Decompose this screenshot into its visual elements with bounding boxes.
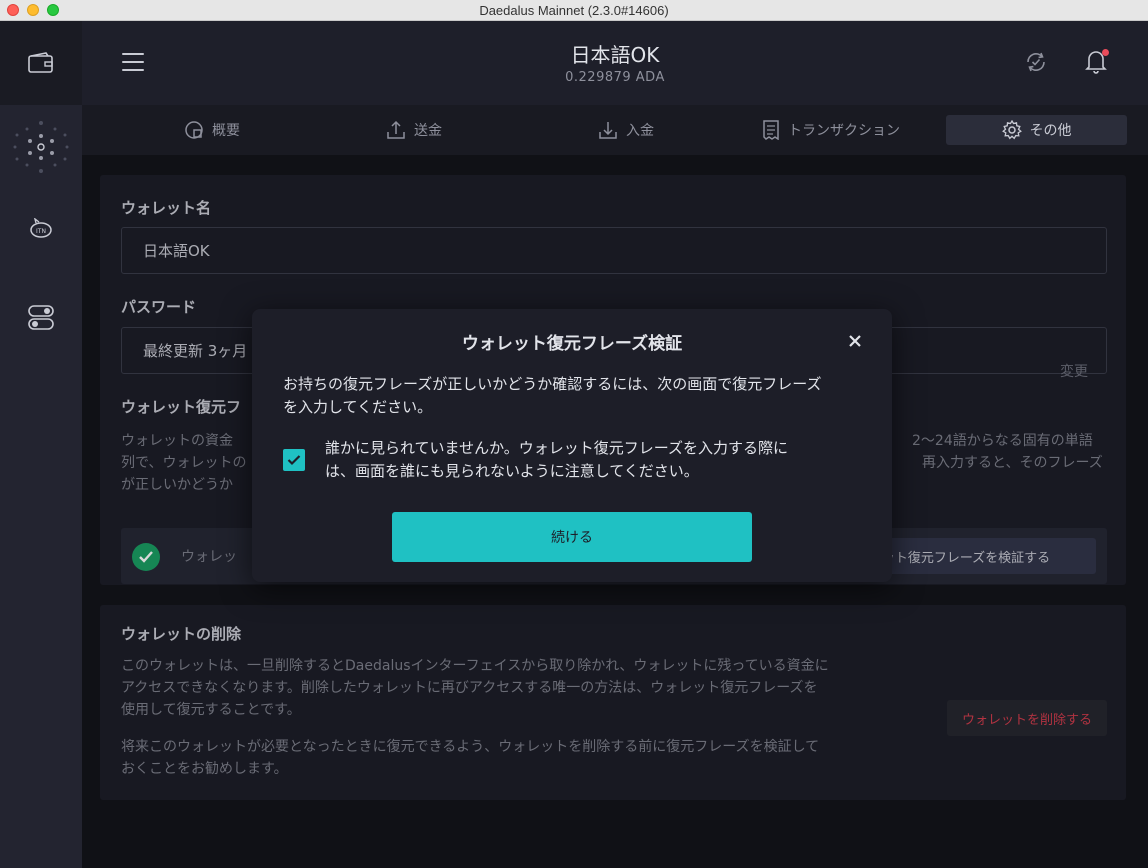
svg-text:ITN: ITN [36, 228, 46, 235]
sidebar-item-itn-rewards[interactable]: ITN [0, 201, 82, 257]
toggle-settings-icon [28, 305, 54, 330]
sync-status-icon[interactable] [1024, 50, 1048, 74]
checkmark-icon [287, 455, 301, 466]
dialog-body: お持ちの復元フレーズが正しいかどうか確認するには、次の画面で復元フレーズ を入力… [283, 373, 873, 419]
sidebar-item-wallets[interactable] [0, 21, 82, 105]
summary-icon [185, 121, 203, 139]
send-icon [387, 120, 405, 139]
notification-dot [1102, 49, 1109, 56]
tab-receive-label: 入金 [626, 123, 654, 139]
tab-more-label: その他 [1029, 123, 1072, 139]
recovery-verify-dialog: ウォレット復元フレーズ検証 お持ちの復元フレーズが正しいかどうか確認するには、次… [252, 309, 892, 582]
continue-button[interactable]: 続ける [392, 512, 752, 562]
confirm-checkbox-label[interactable]: 誰かに見られていませんか。ウォレット復元フレーズを入力する際に は、画面を誰にも… [325, 437, 845, 483]
tab-summary-label: 概要 [212, 123, 240, 139]
transactions-icon [763, 120, 779, 140]
network-nodes-icon [13, 121, 69, 173]
tab-transactions[interactable]: トランザクション [742, 115, 920, 145]
itn-piggy-icon: ITN [30, 218, 52, 238]
wallet-tabs: 概要 送金 入金 トランザクション その他 [82, 105, 1148, 155]
wallet-header: 日本語OK 0.229879 ADA [82, 21, 1148, 105]
dialog-body-line-2: を入力してください。 [283, 398, 433, 416]
sidebar: ITN [0, 21, 82, 868]
receive-icon [599, 122, 617, 139]
close-icon[interactable] [847, 333, 863, 349]
wallet-name: 日本語OK [570, 43, 660, 67]
tab-receive[interactable]: 入金 [546, 115, 706, 145]
gear-icon [1001, 120, 1022, 140]
confirm-text-line-2: は、画面を誰にも見られないように注意してください。 [325, 462, 699, 480]
confirm-text-line-1: 誰かに見られていませんか。ウォレット復元フレーズを入力する際に [325, 439, 789, 457]
tab-transactions-label: トランザクション [788, 123, 900, 139]
sidebar-item-staking[interactable] [0, 117, 82, 177]
dialog-body-line-1: お持ちの復元フレーズが正しいかどうか確認するには、次の画面で復元フレーズ [283, 375, 822, 393]
window-title: Daedalus Mainnet (2.3.0#14606) [479, 3, 669, 18]
tab-more[interactable]: その他 [946, 115, 1127, 145]
wallet-balance: 0.229879 ADA [565, 70, 665, 85]
tab-summary[interactable]: 概要 [132, 115, 292, 145]
wallet-icon [28, 52, 53, 73]
confirm-checkbox[interactable] [283, 449, 305, 471]
dialog-title: ウォレット復元フレーズ検証 [461, 334, 683, 354]
window-titlebar: Daedalus Mainnet (2.3.0#14606) [0, 0, 1148, 21]
sidebar-item-settings[interactable] [0, 289, 82, 345]
tab-send[interactable]: 送金 [334, 115, 494, 145]
tab-send-label: 送金 [414, 123, 442, 139]
